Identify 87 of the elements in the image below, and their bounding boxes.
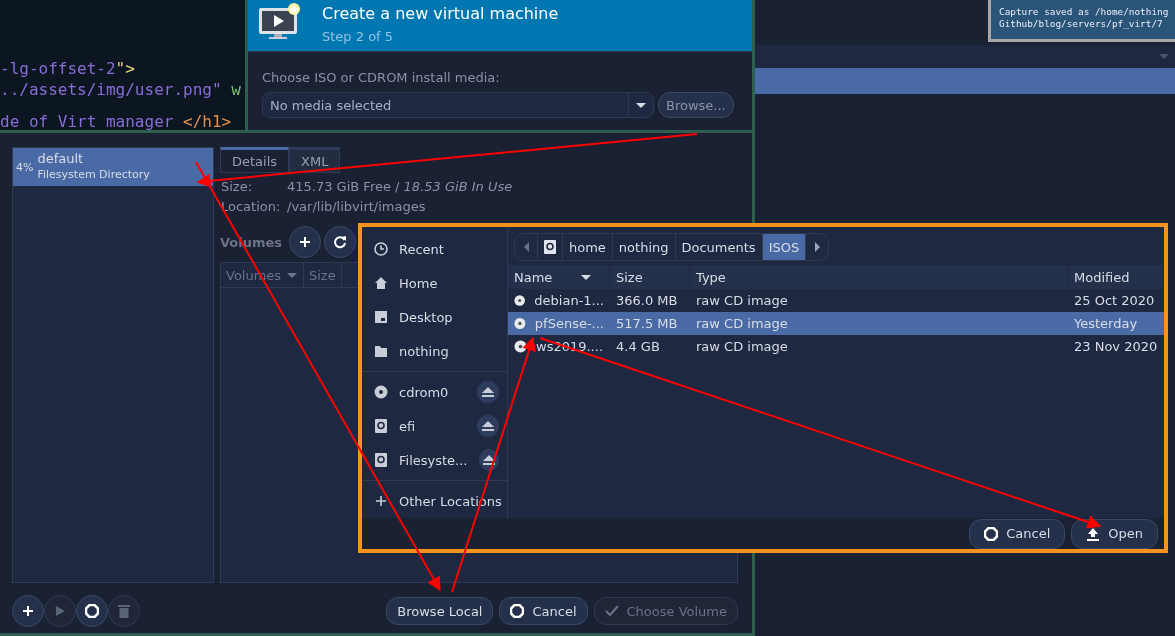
field-value: 415.73 GiB Free / 18.53 GiB In Use xyxy=(287,179,514,194)
tab[interactable]: XML xyxy=(289,147,341,173)
disc-icon xyxy=(514,317,526,330)
cancel-button[interactable]: Cancel xyxy=(499,597,588,625)
path-button[interactable]: Documents xyxy=(675,234,763,260)
drive-icon xyxy=(374,453,388,467)
path-button[interactable]: home xyxy=(563,234,613,260)
trash-icon xyxy=(118,604,130,618)
file-modified: Yesterday xyxy=(1073,315,1139,333)
stop-icon xyxy=(510,604,525,618)
eject-icon xyxy=(482,420,494,432)
plus-icon xyxy=(374,494,388,508)
field-label: Size: xyxy=(221,179,254,194)
sort-icon xyxy=(581,274,592,280)
path-button[interactable]: ISOS xyxy=(762,234,807,260)
play-icon xyxy=(54,605,66,617)
disc-icon xyxy=(374,385,388,399)
dropdown-icon xyxy=(636,102,646,108)
column-header[interactable]: Size xyxy=(610,265,690,289)
clock-icon xyxy=(374,242,388,256)
notification-text: Github/blog/servers/pf_virt/7 xyxy=(999,18,1164,30)
notification-text: Capture saved as /home/nothing xyxy=(999,6,1170,18)
eject-icon xyxy=(482,386,494,398)
desktop-icon xyxy=(374,310,388,324)
stop-button[interactable] xyxy=(76,595,108,627)
column-header[interactable]: Type xyxy=(690,265,1068,289)
media-dropdown[interactable]: No media selected xyxy=(262,92,654,118)
stop-icon xyxy=(984,526,999,541)
add-button[interactable] xyxy=(12,595,44,627)
field-label: Location: xyxy=(221,199,277,214)
sort-icon xyxy=(287,272,298,278)
add-button[interactable] xyxy=(289,226,322,258)
dropdown-icon xyxy=(1159,54,1169,59)
file-size: 517.5 MB xyxy=(615,315,679,333)
monitor-icon xyxy=(258,1,302,42)
code-text: </h1> xyxy=(183,112,232,130)
window-title: Create a new virtual machine xyxy=(322,3,559,23)
sidebar-item[interactable]: Filesyste... xyxy=(362,443,507,477)
plus-icon xyxy=(22,605,34,617)
eject-button[interactable] xyxy=(477,381,499,403)
check-icon xyxy=(604,605,619,617)
file-type: raw CD image xyxy=(695,338,789,356)
sidebar-item[interactable]: cdrom0 xyxy=(362,375,507,409)
refresh-button[interactable] xyxy=(324,226,357,258)
upload-icon xyxy=(1086,526,1101,541)
column-header[interactable]: Name xyxy=(508,265,610,289)
file-modified: 25 Oct 2020 xyxy=(1073,292,1156,310)
code-text: -lg-offset-2 xyxy=(0,59,116,78)
stop-icon xyxy=(85,604,99,618)
eject-button[interactable] xyxy=(477,415,499,437)
drive-icon xyxy=(544,240,556,254)
file-type: raw CD image xyxy=(695,315,789,333)
refresh-icon xyxy=(333,235,348,249)
folder-icon xyxy=(374,344,388,358)
sidebar-item[interactable]: Recent xyxy=(362,232,507,266)
cancel-button[interactable]: Cancel xyxy=(969,518,1066,549)
sidebar-item[interactable]: Home xyxy=(362,266,507,300)
sidebar-item[interactable]: nothing xyxy=(362,334,507,368)
sidebar-item[interactable]: efi xyxy=(362,409,507,443)
file-row[interactable]: pfSense-... 517.5 MB raw CD image Yesterday xyxy=(508,312,1164,335)
code-text: w xyxy=(231,80,241,99)
plus-icon xyxy=(299,236,312,248)
code-text: ../assets/img/user.png" xyxy=(0,80,223,99)
file-row[interactable]: debian-1... 366.0 MB raw CD image 25 Oct 2020 xyxy=(508,289,1164,312)
file-type: raw CD image xyxy=(695,292,789,310)
browse-button[interactable]: Browse... xyxy=(658,92,734,118)
file-modified: 23 Nov 2020 xyxy=(1073,338,1159,356)
file-size: 4.4 GB xyxy=(615,338,661,356)
drive-icon xyxy=(374,419,388,433)
eject-icon xyxy=(482,454,495,466)
column-header[interactable]: Modified xyxy=(1068,265,1164,289)
file-size: 366.0 MB xyxy=(615,292,679,310)
sidebar-item[interactable]: Desktop xyxy=(362,300,507,334)
disc-icon xyxy=(514,340,527,353)
open-button[interactable]: Open xyxy=(1071,518,1158,549)
media-label: Choose ISO or CDROM install media: xyxy=(262,70,501,85)
file-name: debian-1... xyxy=(534,293,604,308)
disc-icon xyxy=(514,294,526,307)
path-button[interactable]: nothing xyxy=(612,234,676,260)
field-value: /var/lib/libvirt/images xyxy=(287,199,427,214)
file-name: pfSense-... xyxy=(534,316,604,331)
code-text: "> xyxy=(115,59,135,78)
browse-button[interactable]: Browse Local xyxy=(386,597,494,625)
home-icon xyxy=(374,276,388,290)
step-label: Step 2 of 5 xyxy=(322,28,395,44)
code-text: de of Virt manager xyxy=(0,112,175,130)
tab[interactable]: Details xyxy=(220,147,290,173)
